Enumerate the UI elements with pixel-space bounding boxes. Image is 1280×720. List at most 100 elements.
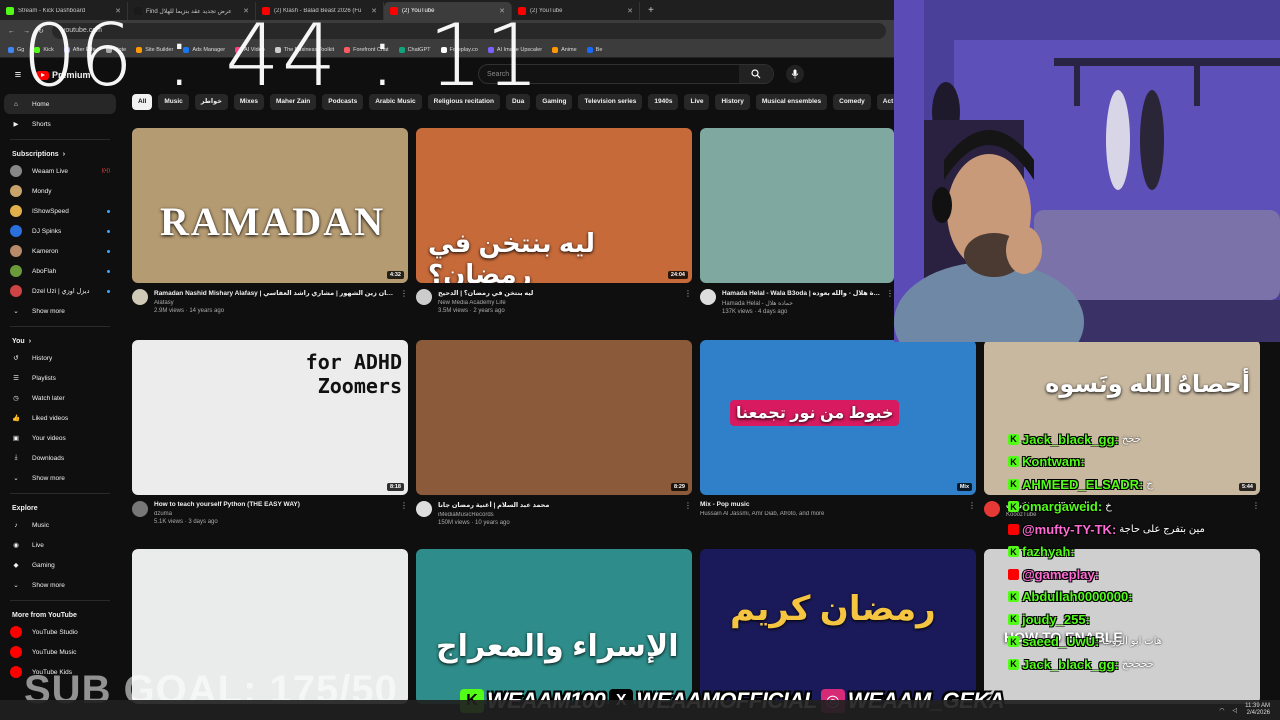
- thumbnail-text: رمضان كريم: [730, 590, 936, 628]
- live-indicator-icon: ((•)): [101, 168, 110, 174]
- sidebar-channel-item[interactable]: Weaam Live ((•)): [0, 161, 120, 181]
- sidebar-item[interactable]: ▶ Shorts: [0, 114, 120, 134]
- new-tab-button[interactable]: +: [640, 2, 662, 20]
- video-card[interactable]: رمضان كريم: [700, 549, 976, 704]
- back-icon[interactable]: ←: [8, 28, 15, 35]
- kick-icon: K: [1008, 478, 1019, 490]
- filter-chip[interactable]: Gaming: [536, 94, 573, 110]
- sidebar-channel-item[interactable]: Dzel Uzi | ديزل اوزي: [0, 281, 120, 301]
- bookmark-item[interactable]: Anime: [552, 46, 577, 53]
- video-thumbnail[interactable]: [700, 128, 894, 283]
- channel-avatar[interactable]: [416, 289, 432, 305]
- video-card[interactable]: الإسراء والمعراج: [416, 549, 692, 704]
- bookmark-item[interactable]: Be: [586, 46, 602, 53]
- kick-icon: K: [1008, 433, 1019, 445]
- thumbnail-text: ليه بنتخن في رمضان؟: [428, 228, 596, 283]
- more-options-icon[interactable]: ⋮: [968, 501, 976, 517]
- voice-search-button[interactable]: [786, 65, 804, 83]
- sidebar-item[interactable]: ⤓ Downloads: [0, 448, 120, 468]
- sidebar-item[interactable]: ◉ Live: [0, 535, 120, 555]
- subscriptions-heading-label: Subscriptions: [12, 151, 59, 158]
- thumbnail-text: الإسراء والمعراج: [436, 630, 679, 663]
- video-thumbnail[interactable]: RAMADAN 4:32: [132, 128, 408, 283]
- you-heading[interactable]: You ›: [0, 332, 120, 348]
- channel-avatar[interactable]: [132, 501, 148, 517]
- sidebar-channel-item[interactable]: Mondy: [0, 181, 120, 201]
- video-meta: Ramadan Nashid Mishary Alafasy | رمضان ز…: [132, 289, 408, 314]
- sidebar-item[interactable]: ☰ Playlists: [0, 368, 120, 388]
- video-thumbnail[interactable]: الإسراء والمعراج: [416, 549, 692, 704]
- tab-close-icon[interactable]: ✕: [627, 7, 633, 15]
- filter-chip[interactable]: Television series: [578, 94, 643, 110]
- video-card[interactable]: for ADHD Zoomers 8:18 How to teach yoursel…: [132, 340, 408, 525]
- video-card[interactable]: 8:29 محمد عبد السلام | أغنية رمضان جانا iM…: [416, 340, 692, 526]
- show-more-button[interactable]: ⌄ Show more: [0, 468, 120, 488]
- you-heading-label: You: [12, 338, 25, 345]
- video-thumbnail[interactable]: رمضان كريم: [700, 549, 976, 704]
- subscriptions-heading[interactable]: Subscriptions ›: [0, 145, 120, 161]
- video-title[interactable]: Mix - Pop music: [700, 501, 962, 508]
- show-more-button[interactable]: ⌄ Show more: [0, 575, 120, 595]
- channel-avatar[interactable]: [132, 289, 148, 305]
- video-thumbnail[interactable]: ليه بنتخن في رمضان؟ 24:04: [416, 128, 692, 283]
- video-title[interactable]: Ramadan Nashid Mishary Alafasy | رمضان ز…: [154, 289, 394, 297]
- sidebar-item[interactable]: 👍 Liked videos: [0, 408, 120, 428]
- filter-chip[interactable]: 1940s: [648, 94, 679, 110]
- video-title[interactable]: محمد عبد السلام | أغنية رمضان جانا: [438, 501, 678, 509]
- system-clock[interactable]: 11:39 AM 2/4/2026: [1245, 703, 1270, 717]
- more-options-icon[interactable]: ⋮: [400, 501, 408, 525]
- youtube-icon: [1008, 523, 1019, 535]
- channel-name[interactable]: Alafasy: [154, 300, 394, 306]
- sidebar-channel-item[interactable]: IShowSpeed: [0, 201, 120, 221]
- sidebar-item[interactable]: ◆ Gaming: [0, 555, 120, 575]
- sidebar-item[interactable]: ♪ Music: [0, 515, 120, 535]
- sidebar-item[interactable]: ◷ Watch later: [0, 388, 120, 408]
- channel-name[interactable]: iMediaMusicRecords: [438, 512, 678, 518]
- video-title[interactable]: How to teach yourself Python (THE EASY W…: [154, 501, 394, 508]
- channel-avatar[interactable]: [416, 501, 432, 517]
- filter-chip[interactable]: Act: [876, 94, 894, 110]
- clock-time: 11:39 AM: [1245, 703, 1270, 709]
- sidebar: ⌂ Home ▶ Shorts Subscriptions › Weaam Live ((•)…: [0, 94, 120, 720]
- more-options-icon[interactable]: ⋮: [684, 289, 692, 314]
- chevron-down-icon: ⌄: [13, 582, 19, 589]
- video-thumbnail[interactable]: 8:29: [416, 340, 692, 495]
- filter-chip[interactable]: History: [715, 94, 750, 110]
- video-card[interactable]: ليه بنتخن في رمضان؟ 24:04 ليه بنتخن في رمض…: [416, 128, 692, 314]
- channel-avatar[interactable]: [700, 289, 716, 305]
- channel-name[interactable]: Hamada Helal - حماده هلال: [722, 300, 880, 307]
- video-card[interactable]: RAMADAN 4:32 Ramadan Nashid Mishary Alafas…: [132, 128, 408, 314]
- video-title[interactable]: Hamada Helal - Wala B3oda | حمادة هلال -…: [722, 289, 880, 297]
- sidebar-channel-item[interactable]: AboFlah: [0, 261, 120, 281]
- sidebar-channel-item[interactable]: YouTube Studio: [0, 622, 120, 642]
- video-thumbnail[interactable]: خيوط من نور تجمعنا Mix: [700, 340, 976, 495]
- search-icon: [751, 69, 761, 79]
- watch-later-icon: ◷: [13, 395, 19, 402]
- sidebar-item-label: Liked videos: [32, 414, 69, 422]
- network-icon[interactable]: ◠: [1219, 707, 1224, 714]
- clock-date: 2/4/2026: [1246, 710, 1270, 716]
- more-options-icon[interactable]: ⋮: [400, 289, 408, 314]
- sidebar-item[interactable]: ▣ Your videos: [0, 428, 120, 448]
- more-options-icon[interactable]: ⋮: [886, 289, 894, 315]
- channel-avatar[interactable]: [984, 501, 1000, 517]
- video-title[interactable]: ليه بنتخن في رمضان؟ | الدحيح: [438, 289, 678, 297]
- volume-icon[interactable]: ◁: [1232, 707, 1237, 714]
- video-card[interactable]: خيوط من نور تجمعنا Mix Mix - Pop music Huss…: [700, 340, 976, 517]
- filter-chip[interactable]: Musical ensembles: [755, 94, 828, 110]
- sidebar-channel-item[interactable]: Kameron: [0, 241, 120, 261]
- video-card[interactable]: Hamada Helal - Wala B3oda | حمادة هلال -…: [700, 128, 894, 315]
- channel-name[interactable]: Hussain Al Jassmi, Amr Diab, Afroto, and…: [700, 511, 962, 517]
- search-button[interactable]: [739, 65, 773, 83]
- channel-name[interactable]: New Media Academy Life: [438, 300, 678, 306]
- more-heading-label: More from YouTube: [12, 612, 77, 619]
- sidebar-channel-item[interactable]: YouTube Music: [0, 642, 120, 662]
- filter-chip[interactable]: Live: [684, 94, 710, 110]
- more-options-icon[interactable]: ⋮: [684, 501, 692, 526]
- channel-name[interactable]: dzuma: [154, 511, 394, 517]
- video-thumbnail[interactable]: for ADHD Zoomers 8:18: [132, 340, 408, 495]
- filter-chip[interactable]: Comedy: [833, 94, 871, 110]
- sidebar-channel-item[interactable]: DJ Spinks: [0, 221, 120, 241]
- sidebar-item[interactable]: ↺ History: [0, 348, 120, 368]
- show-more-button[interactable]: ⌄ Show more: [0, 301, 120, 321]
